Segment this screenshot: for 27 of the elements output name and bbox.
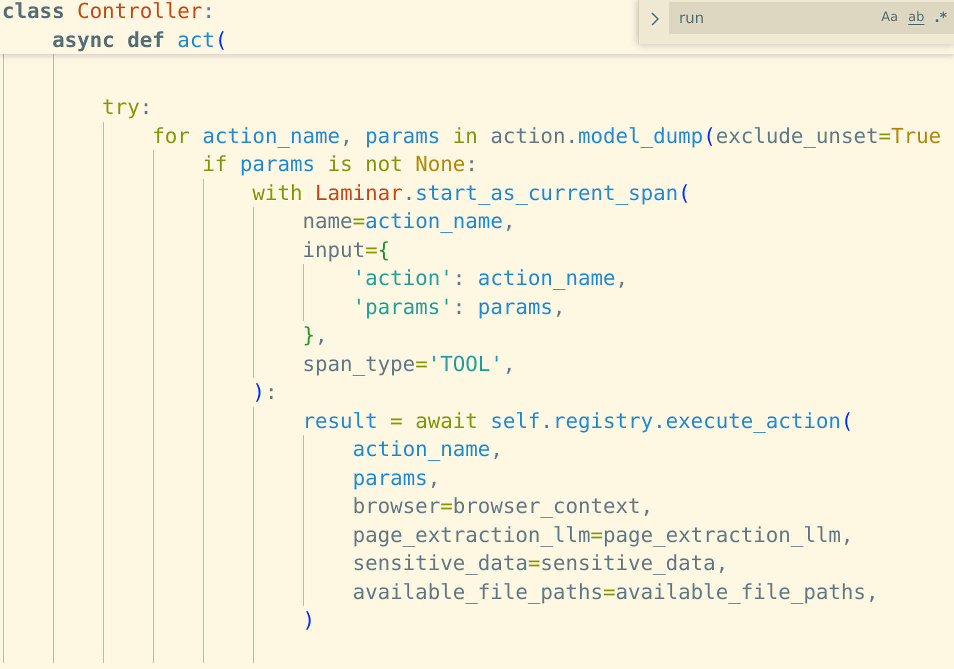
find-field[interactable]: run: [669, 2, 878, 34]
code-line: browser=browser_context,: [352, 496, 654, 516]
code-line: 'action': action_name,: [352, 268, 628, 288]
find-option-toggle[interactable]: Aa: [877, 6, 902, 30]
code-line: page_extraction_llm=page_extraction_llm,: [352, 524, 854, 545]
code-line: class Controller:: [2, 1, 215, 22]
code-line: },: [301, 325, 328, 346]
find-input[interactable]: run: [679, 9, 878, 27]
code-line: if params is not None:: [201, 154, 478, 174]
code-line: name=action_name,: [301, 211, 516, 232]
find-option-toggle[interactable]: ab: [904, 6, 928, 30]
find-option-toggle[interactable]: .*: [930, 6, 951, 30]
code-line: ): [301, 610, 316, 630]
code-line: async def act(: [51, 30, 228, 50]
code-line: sensitive_data=sensitive_data,: [352, 553, 728, 574]
code-line: for action_name, params in action.model_dump(exclude_unset=True: [151, 126, 942, 146]
code-line: with Laminar.start_as_current_span(: [251, 182, 691, 203]
code-line: try:: [101, 97, 152, 118]
chevron-right-icon[interactable]: [649, 11, 661, 27]
code-line: result = await self.registry.execute_action(: [301, 410, 854, 431]
code-line: available_file_paths=available_file_paths,: [352, 582, 878, 602]
code-line: ):: [251, 382, 278, 402]
code-line: 'params': params,: [352, 296, 566, 317]
code-line: params,: [352, 468, 440, 488]
code-line: action_name,: [352, 439, 503, 460]
code-line: span_type='TOOL',: [301, 354, 516, 374]
code-line: input={: [301, 240, 390, 260]
